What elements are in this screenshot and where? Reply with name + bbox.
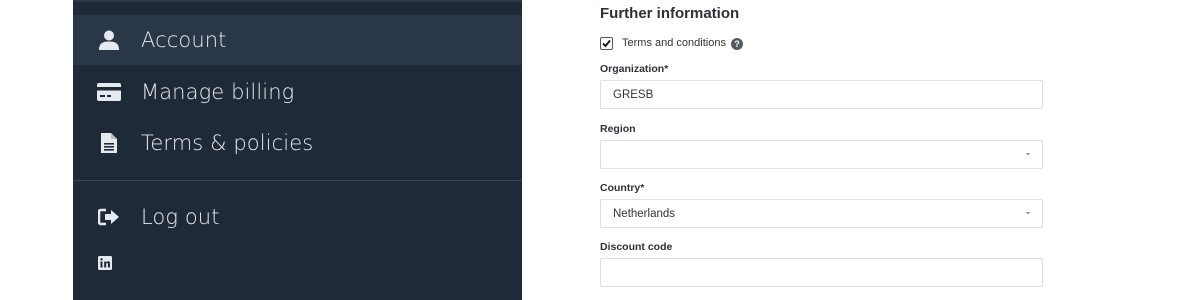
user-icon	[96, 27, 122, 53]
country-value: Netherlands	[613, 208, 676, 220]
region-select[interactable]	[600, 140, 1043, 169]
section-title: Further information	[600, 5, 740, 22]
sidebar-item-label: Account	[141, 28, 227, 52]
terms-row: Terms and conditions ?	[600, 35, 743, 51]
organization-input[interactable]: GRESB	[600, 80, 1043, 109]
sidebar-item-terms-policies[interactable]: Terms & policies	[73, 118, 522, 168]
sidebar-item-log-out[interactable]: Log out	[73, 192, 522, 242]
terms-checkbox[interactable]	[600, 36, 613, 50]
checkmark-icon	[602, 39, 611, 47]
organization-value: GRESB	[613, 89, 654, 101]
terms-label[interactable]: Terms and conditions	[622, 37, 726, 49]
discount-code-label: Discount code	[600, 241, 673, 253]
country-select[interactable]: Netherlands	[600, 199, 1043, 228]
sidebar-divider	[73, 180, 522, 181]
linkedin-icon[interactable]	[98, 256, 112, 270]
chevron-down-icon	[1025, 153, 1031, 156]
document-icon	[96, 130, 122, 156]
country-label: Country*	[600, 182, 645, 194]
sidebar-item-manage-billing[interactable]: Manage billing	[73, 67, 522, 117]
organization-label: Organization*	[600, 63, 669, 75]
sidebar-item-label: Manage billing	[141, 80, 295, 104]
sidebar-top-border	[73, 0, 522, 2]
sign-out-icon	[96, 204, 122, 230]
question-circle-icon[interactable]: ?	[730, 37, 743, 50]
chevron-down-icon	[1025, 212, 1031, 215]
svg-text:?: ?	[734, 39, 740, 49]
credit-card-icon	[96, 79, 122, 105]
sidebar-item-label: Terms & policies	[141, 131, 314, 155]
discount-code-input[interactable]	[600, 258, 1043, 287]
sidebar-item-label: Log out	[141, 205, 220, 229]
sidebar-item-account[interactable]: Account	[73, 15, 522, 65]
region-label: Region	[600, 123, 636, 135]
sidebar: Account Manage billing Terms & policies	[73, 0, 522, 300]
